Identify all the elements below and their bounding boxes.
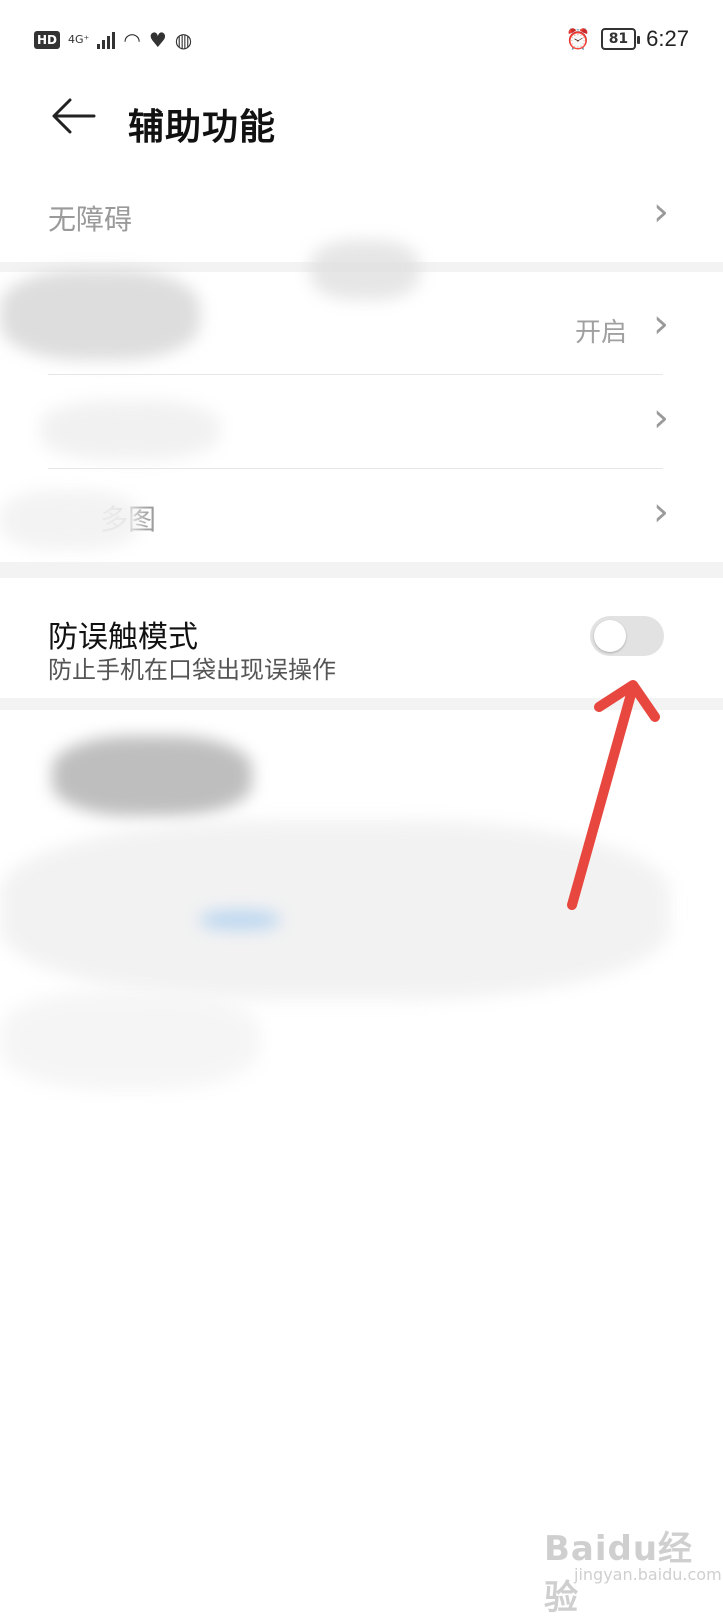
app-header: 辅助功能 [0,80,723,180]
chevron-right-icon: › [653,395,669,441]
battery-icon: 81 [600,28,641,50]
status-bar: HD 4G⁺ ◠ ♥ ◍ ⏰ 81 6:27 [0,0,723,80]
annotation-arrow-icon [555,665,675,929]
status-left: HD 4G⁺ ◠ ♥ ◍ [34,26,192,54]
row-value: 开启 [574,318,627,348]
heart-icon: ♥ [148,28,167,52]
globe-icon: ◍ [174,28,193,52]
status-right: ⏰ 81 6:27 [566,24,689,54]
section-gap [0,562,723,578]
redaction-smudge [0,270,200,360]
watermark-sub: jingyan.baidu.com [574,1565,722,1584]
row-label: 无障碍 [48,203,133,236]
feature-subtitle: 防止手机在口袋出现误操作 [48,656,336,684]
network-type: 4G⁺ [68,33,90,46]
redaction-smudge [200,910,280,930]
anti-mistouch-toggle[interactable] [590,616,664,656]
signal-icon [97,31,116,49]
redaction-smudge [52,736,252,816]
chevron-right-icon: › [653,301,669,347]
redaction-smudge [310,240,420,300]
clock: 6:27 [646,26,689,51]
divider [48,468,663,469]
redaction-smudge [40,400,220,460]
redaction-smudge [0,490,140,550]
hd-badge: HD [34,31,61,49]
chevron-right-icon: › [653,189,669,235]
redaction-smudge [0,990,260,1090]
page-title: 辅助功能 [128,107,277,148]
back-arrow-icon[interactable] [48,96,98,146]
divider [48,374,663,375]
toggle-knob [594,620,626,652]
wifi-icon: ◠ [123,28,141,52]
chevron-right-icon: › [653,489,669,535]
alarm-icon: ⏰ [565,27,591,51]
baidu-watermark: Baidu经验 jingyan.baidu.com [544,1495,722,1618]
